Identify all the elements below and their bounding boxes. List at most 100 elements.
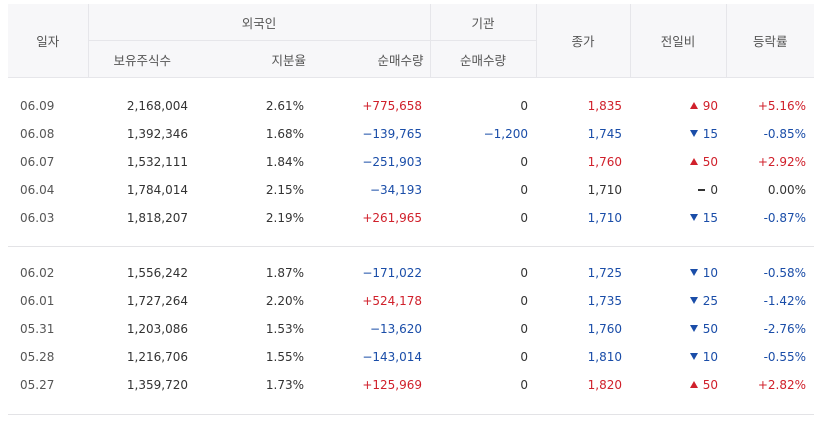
cell-rate: -0.87%: [763, 211, 807, 225]
cell-rate: -0.55%: [763, 350, 807, 364]
change-value: 0: [710, 183, 719, 197]
cell-ratio: 1.68%: [265, 127, 304, 141]
cell-close: 1,745: [587, 127, 623, 141]
cell-date: 05.31: [20, 322, 55, 336]
cell-rate: -0.85%: [763, 127, 807, 141]
spacer-row: [8, 247, 814, 259]
spacer-cell: [8, 247, 814, 259]
header-close: 종가: [535, 4, 631, 78]
cell-inst-net: 0: [520, 378, 529, 392]
cell-change: 10: [630, 259, 726, 287]
cell-date: 06.03: [20, 211, 55, 225]
cell-inst-net: 0: [520, 183, 529, 197]
cell-date: 06.09: [20, 99, 55, 113]
cell-holdings: 1,532,111: [126, 155, 188, 169]
cell-close: 1,725: [587, 266, 623, 280]
cell-inst-net: 0: [520, 350, 529, 364]
cell-date: 06.02: [20, 266, 55, 280]
cell-change: 15: [630, 120, 726, 148]
cell-foreign-net: +775,658: [362, 99, 423, 113]
cell-holdings: 1,818,207: [126, 211, 188, 225]
cell-change: 50: [630, 315, 726, 343]
cell-rate: +2.92%: [757, 155, 807, 169]
foreign-institution-trading-panel: 일자 외국인 기관 종가 전일비 등락률 보유주식수 지분율 순매수량 순매수량…: [0, 0, 822, 428]
triangle-down-icon: [689, 297, 698, 304]
triangle-down-icon: [689, 214, 698, 221]
table-bottom-divider: [8, 414, 814, 415]
change-value: 15: [702, 127, 719, 141]
spacer-row: [8, 78, 814, 93]
change-value: 50: [702, 322, 719, 336]
dash-icon: [698, 189, 706, 191]
cell-rate: +5.16%: [757, 99, 807, 113]
table-row: 06.03 1,818,207 2.19% +261,965 0 1,710 15 -0.87…: [8, 204, 814, 232]
table-row: 06.08 1,392,346 1.68% −139,765 −1,200 1,745 15…: [8, 120, 814, 148]
table-row: 06.04 1,784,014 2.15% −34,193 0 1,710 0 0.00%: [8, 176, 814, 204]
table-row: 06.07 1,532,111 1.84% −251,903 0 1,760 50 +2.92…: [8, 148, 814, 176]
trading-table: 일자 외국인 기관 종가 전일비 등락률 보유주식수 지분율 순매수량 순매수량…: [8, 4, 815, 399]
triangle-up-icon: [689, 102, 698, 109]
cell-holdings: 1,392,346: [126, 127, 188, 141]
cell-change: 25: [630, 287, 726, 315]
spacer-cell: [8, 232, 814, 247]
table-row: 05.28 1,216,706 1.55% −143,014 0 1,810 10 -0.55…: [8, 343, 814, 371]
triangle-down-icon: [689, 353, 698, 360]
cell-foreign-net: −171,022: [362, 266, 423, 280]
cell-rate: -1.42%: [763, 294, 807, 308]
cell-holdings: 1,727,264: [126, 294, 188, 308]
cell-inst-net: 0: [520, 322, 529, 336]
cell-holdings: 1,784,014: [126, 183, 188, 197]
cell-date: 06.07: [20, 155, 55, 169]
cell-rate: +2.82%: [757, 378, 807, 392]
table-row: 05.27 1,359,720 1.73% +125,969 0 1,820 50 +2.82…: [8, 371, 814, 399]
header-ratio: 지분율: [196, 40, 312, 78]
table-row: 06.02 1,556,242 1.87% −171,022 0 1,725 10 -0.58…: [8, 259, 814, 287]
triangle-up-icon: [689, 158, 698, 165]
change-value: 15: [702, 211, 719, 225]
header-institution: 기관: [429, 4, 537, 41]
cell-close: 1,735: [587, 294, 623, 308]
cell-change: 0: [630, 176, 726, 204]
cell-foreign-net: −143,014: [362, 350, 423, 364]
cell-holdings: 1,203,086: [126, 322, 188, 336]
cell-foreign-net: −139,765: [362, 127, 423, 141]
header-rate: 등락률: [725, 4, 815, 78]
cell-inst-net: 0: [520, 294, 529, 308]
cell-close: 1,710: [587, 183, 623, 197]
cell-ratio: 2.20%: [265, 294, 304, 308]
cell-holdings: 2,168,004: [126, 99, 188, 113]
cell-ratio: 2.19%: [265, 211, 304, 225]
cell-inst-net: 0: [520, 155, 529, 169]
triangle-down-icon: [689, 130, 698, 137]
header-inst-net: 순매수량: [429, 40, 537, 78]
table-row: 06.01 1,727,264 2.20% +524,178 0 1,735 25 -1.42…: [8, 287, 814, 315]
cell-inst-net: 0: [520, 266, 529, 280]
cell-foreign-net: +125,969: [362, 378, 423, 392]
change-value: 10: [702, 266, 719, 280]
cell-change: 50: [630, 148, 726, 176]
cell-date: 06.04: [20, 183, 55, 197]
triangle-up-icon: [689, 381, 698, 388]
spacer-row: [8, 232, 814, 247]
cell-foreign-net: −13,620: [369, 322, 423, 336]
cell-date: 05.28: [20, 350, 55, 364]
cell-date: 06.01: [20, 294, 55, 308]
cell-inst-net: 0: [520, 99, 529, 113]
header-change: 전일비: [629, 4, 727, 78]
change-value: 50: [702, 378, 719, 392]
change-value: 10: [702, 350, 719, 364]
cell-close: 1,760: [587, 155, 623, 169]
table-row: 05.31 1,203,086 1.53% −13,620 0 1,760 50 -2.76%: [8, 315, 814, 343]
cell-change: 10: [630, 343, 726, 371]
cell-ratio: 2.61%: [265, 99, 304, 113]
cell-holdings: 1,359,720: [126, 378, 188, 392]
cell-close: 1,835: [587, 99, 623, 113]
cell-change: 15: [630, 204, 726, 232]
cell-date: 05.27: [20, 378, 55, 392]
triangle-down-icon: [689, 269, 698, 276]
cell-change: 50: [630, 371, 726, 399]
triangle-down-icon: [689, 325, 698, 332]
cell-ratio: 1.53%: [265, 322, 304, 336]
cell-ratio: 2.15%: [265, 183, 304, 197]
cell-rate: -0.58%: [763, 266, 807, 280]
